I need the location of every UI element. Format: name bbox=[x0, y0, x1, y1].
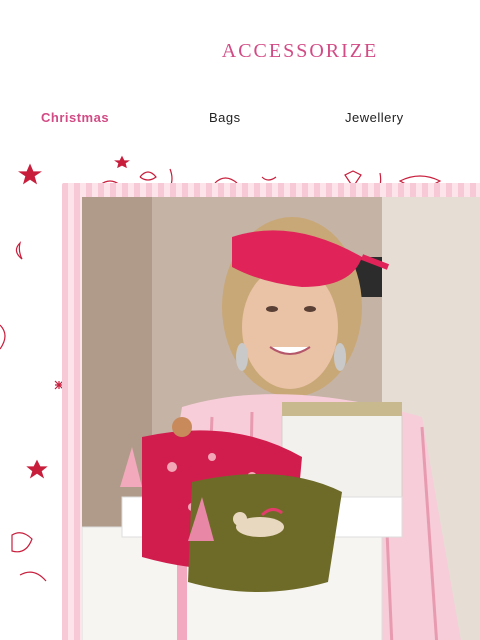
brand-logo[interactable]: ACCESSORIZE bbox=[0, 40, 480, 63]
hero-banner[interactable] bbox=[0, 155, 480, 640]
hero-photo-illustration bbox=[82, 197, 480, 640]
nav-item-christmas[interactable]: Christmas bbox=[41, 110, 109, 125]
nav-item-bags[interactable]: Bags bbox=[209, 110, 241, 125]
nav-item-jewellery[interactable]: Jewellery bbox=[345, 110, 404, 125]
category-nav: Christmas Bags Jewellery bbox=[0, 110, 480, 130]
hero-photo bbox=[82, 197, 480, 640]
